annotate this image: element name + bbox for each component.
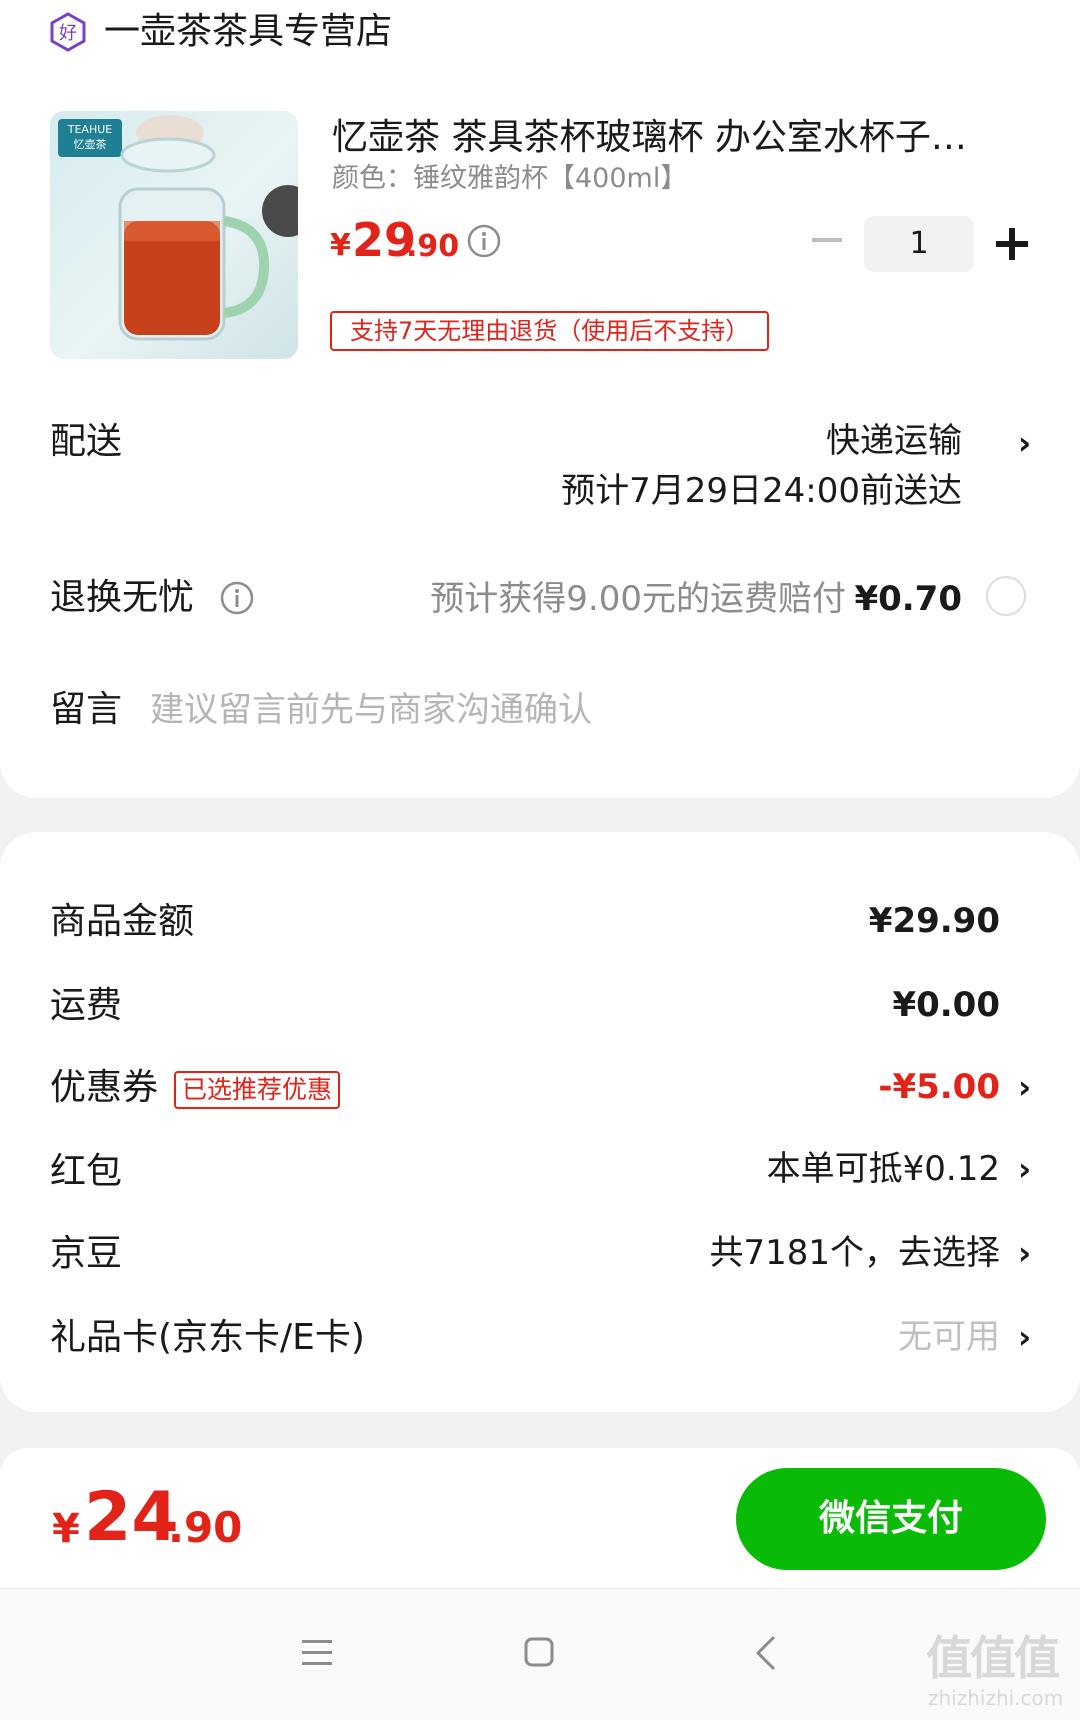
price-decimal: .90 bbox=[406, 229, 460, 264]
return-policy-badge: 支持7天无理由退货（使用后不支持） bbox=[330, 311, 770, 351]
goods-amount-value: ¥29.90 bbox=[868, 901, 1000, 941]
product-image[interactable]: TEAHUE 忆壶茶 bbox=[50, 111, 298, 359]
red-packet-chevron-icon[interactable]: › bbox=[1018, 1146, 1031, 1192]
return-insurance-label: 退换无忧 bbox=[50, 577, 195, 618]
total-decimal: .90 bbox=[168, 1503, 243, 1552]
coupon-value[interactable]: -¥5.00 bbox=[878, 1064, 1000, 1110]
menu-icon[interactable] bbox=[300, 1638, 334, 1668]
total-currency: ¥ bbox=[52, 1506, 80, 1552]
delivery-eta: 预计7月29日24:00前送达 bbox=[561, 471, 962, 511]
message-input[interactable]: 建议留言前先与商家沟通确认 bbox=[150, 686, 592, 734]
good-store-badge-icon: 好 bbox=[50, 12, 86, 52]
watermark-logo: 值值值 bbox=[926, 1631, 1060, 1685]
gift-card-value[interactable]: 无可用 bbox=[898, 1314, 1000, 1360]
quantity-decrease-button[interactable] bbox=[812, 238, 842, 242]
return-insurance-desc: 预计获得9.00元的运费赔付 bbox=[430, 579, 846, 619]
jingdou-value[interactable]: 共7181个，去选择 bbox=[709, 1230, 1000, 1276]
price-info-icon[interactable] bbox=[467, 224, 501, 258]
quantity-input[interactable]: 1 bbox=[864, 216, 974, 272]
store-name[interactable]: 一壶茶茶具专营店 bbox=[104, 8, 392, 56]
gift-card-chevron-icon[interactable]: › bbox=[1018, 1314, 1031, 1360]
shipping-fee-value: ¥0.00 bbox=[892, 985, 1000, 1025]
red-packet-label: 红包 bbox=[50, 1151, 123, 1192]
shipping-fee-label: 运费 bbox=[50, 985, 123, 1026]
home-icon[interactable] bbox=[524, 1637, 554, 1667]
watermark-url: zhizhizhi.com bbox=[928, 1686, 1064, 1710]
svg-text:好: 好 bbox=[59, 23, 77, 44]
jingdou-chevron-icon[interactable]: › bbox=[1018, 1230, 1031, 1276]
jingdou-label: 京豆 bbox=[50, 1233, 123, 1274]
delivery-method[interactable]: 快递运输 bbox=[826, 418, 962, 464]
quantity-increase-button[interactable] bbox=[994, 226, 1030, 262]
coupon-label: 优惠券 bbox=[50, 1067, 159, 1108]
wechat-pay-button[interactable]: 微信支付 bbox=[736, 1468, 1046, 1570]
delivery-label: 配送 bbox=[50, 421, 123, 462]
delivery-chevron-icon[interactable]: › bbox=[1018, 420, 1031, 466]
return-insurance-radio[interactable] bbox=[986, 576, 1026, 616]
back-icon[interactable] bbox=[754, 1634, 778, 1672]
glass-cup-illustration bbox=[118, 115, 298, 341]
product-variant[interactable]: 颜色：锤纹雅韵杯【400ml】 bbox=[332, 160, 687, 198]
return-insurance-info-icon[interactable] bbox=[220, 581, 254, 615]
gift-card-label: 礼品卡(京东卡/E卡) bbox=[50, 1317, 365, 1358]
red-packet-value[interactable]: 本单可抵¥0.12 bbox=[767, 1146, 1000, 1192]
return-insurance-price: ¥0.70 bbox=[854, 579, 962, 619]
total-integer: 24 bbox=[84, 1478, 179, 1557]
goods-amount-label: 商品金额 bbox=[50, 901, 195, 942]
price-currency: ¥ bbox=[330, 228, 351, 263]
product-title[interactable]: 忆壶茶 茶具茶杯玻璃杯 办公室水杯子男… bbox=[332, 114, 1002, 162]
coupon-selected-badge: 已选推荐优惠 bbox=[174, 1071, 341, 1109]
message-label: 留言 bbox=[50, 689, 123, 730]
coupon-chevron-icon[interactable]: › bbox=[1018, 1064, 1031, 1110]
